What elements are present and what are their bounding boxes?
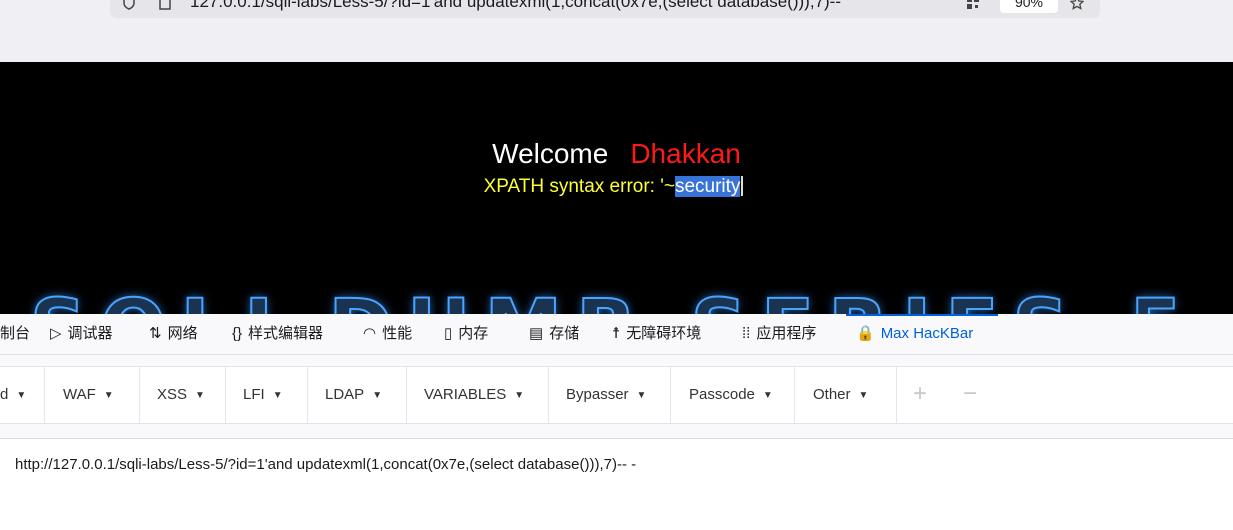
devtools-tabbar: 制台 ▷ 调试器 ⇅ 网络 {} 样式编辑器 ◠ 性能 ▯ 内存 ▤ 存储 ☨ 无障碍环境 ⁞… <box>0 314 1233 355</box>
add-plus-icon[interactable]: + <box>913 367 927 423</box>
menu-label: Passcode <box>689 386 755 403</box>
sqli-series-banner: SQLI DUMB SERIES-5 <box>29 283 1233 314</box>
gauge-icon: ◠ <box>363 325 377 342</box>
tab-style-editor[interactable]: {} 样式编辑器 <box>232 314 323 354</box>
braces-icon: {} <box>232 325 243 342</box>
qr-code-icon[interactable] <box>966 0 980 10</box>
menu-variables[interactable]: VARIABLES ▼ <box>424 367 524 423</box>
tab-label: 调试器 <box>67 325 113 342</box>
bookmark-star-icon[interactable] <box>1070 0 1084 10</box>
divider <box>44 367 45 423</box>
menu-passcode[interactable]: Passcode ▼ <box>689 367 773 423</box>
caret-down-icon: ▼ <box>762 390 773 401</box>
tab-label: Max HacKBar <box>880 325 974 342</box>
divider <box>670 367 671 423</box>
menu-label: LDAP <box>325 386 365 403</box>
caret-down-icon: ▼ <box>16 390 27 401</box>
menu-label: VARIABLES <box>424 386 507 403</box>
tab-label: 无障碍环境 <box>626 325 702 342</box>
zoom-level[interactable]: 90% <box>1000 0 1058 13</box>
tab-label: 应用程序 <box>756 325 817 342</box>
text-cursor-icon <box>741 176 749 196</box>
divider <box>896 367 897 423</box>
tab-memory[interactable]: ▯ 内存 <box>444 314 488 354</box>
menu-partial[interactable]: d ▼ <box>0 367 26 423</box>
tab-performance[interactable]: ◠ 性能 <box>363 314 412 354</box>
tab-label: 样式编辑器 <box>248 325 324 342</box>
menu-label: Other <box>813 386 851 403</box>
divider <box>307 367 308 423</box>
tab-max-hackbar[interactable]: 🔒 Max HacKBar <box>856 314 973 354</box>
active-tab-indicator <box>846 314 998 316</box>
url-text[interactable]: 127.0.0.1/sqli-labs/Less-5/?id=1'and upd… <box>190 0 970 12</box>
menu-ldap[interactable]: LDAP ▼ <box>325 367 382 423</box>
menu-label: Bypasser <box>566 386 629 403</box>
caret-down-icon: ▼ <box>103 390 114 401</box>
browser-toolbar: 127.0.0.1/sqli-labs/Less-5/?id=1'and upd… <box>0 0 1233 62</box>
divider <box>406 367 407 423</box>
caret-down-icon: ▼ <box>858 390 869 401</box>
storage-icon: ▤ <box>529 325 544 342</box>
menu-label: LFI <box>243 386 265 403</box>
menu-label: d <box>0 386 9 403</box>
tab-label: 存储 <box>549 325 580 342</box>
hackbar-toolbar: d ▼ WAF ▼ XSS ▼ LFI ▼ LDAP ▼ VARIABLES ▼ Bypas… <box>0 366 1233 424</box>
menu-bypasser[interactable]: Bypasser ▼ <box>566 367 646 423</box>
caret-down-icon: ▼ <box>372 390 383 401</box>
divider <box>548 367 549 423</box>
divider <box>225 367 226 423</box>
divider <box>794 367 795 423</box>
debugger-icon: ▷ <box>50 325 62 342</box>
caret-down-icon: ▼ <box>195 390 205 401</box>
hackbar-url-textarea[interactable]: http://127.0.0.1/sqli-labs/Less-5/?id=1'… <box>0 438 1233 530</box>
accessibility-person-icon: ☨ <box>612 325 621 342</box>
lock-icon: 🔒 <box>856 325 875 342</box>
memory-chip-icon: ▯ <box>444 325 453 342</box>
error-prefix: XPATH syntax error: '~ <box>483 176 675 197</box>
tab-debugger[interactable]: ▷ 调试器 <box>50 314 113 354</box>
menu-lfi[interactable]: LFI ▼ <box>243 367 283 423</box>
menu-xss[interactable]: XSS ▼ <box>157 367 205 423</box>
welcome-line: Welcome Dhakkan <box>0 138 1233 170</box>
address-bar[interactable]: 127.0.0.1/sqli-labs/Less-5/?id=1'and upd… <box>110 0 1100 18</box>
tab-console[interactable]: 制台 <box>0 314 30 354</box>
shield-icon[interactable] <box>122 0 136 10</box>
tab-label: 制台 <box>0 325 31 342</box>
remove-minus-icon[interactable]: − <box>963 367 977 423</box>
divider <box>139 367 140 423</box>
hackbar-url-value[interactable]: http://127.0.0.1/sqli-labs/Less-5/?id=1'… <box>15 456 636 473</box>
caret-down-icon: ▼ <box>272 390 283 401</box>
menu-other[interactable]: Other ▼ <box>813 367 868 423</box>
caret-down-icon: ▼ <box>636 390 647 401</box>
xpath-error-message: XPATH syntax error: '~security <box>0 176 1233 198</box>
selected-database-name[interactable]: security <box>674 176 741 197</box>
welcome-text: Welcome <box>492 138 609 169</box>
caret-down-icon: ▼ <box>514 390 525 401</box>
menu-waf[interactable]: WAF ▼ <box>63 367 114 423</box>
tab-label: 网络 <box>167 325 198 342</box>
network-arrows-icon: ⇅ <box>149 325 162 342</box>
tab-storage[interactable]: ▤ 存储 <box>529 314 579 354</box>
menu-label: WAF <box>63 386 96 403</box>
tab-label: 内存 <box>458 325 489 342</box>
grid-apps-icon: ⁞⁞ <box>742 325 751 342</box>
page-icon[interactable] <box>158 0 172 10</box>
menu-label: XSS <box>157 386 188 403</box>
tab-network[interactable]: ⇅ 网络 <box>149 314 198 354</box>
tab-accessibility[interactable]: ☨ 无障碍环境 <box>612 314 701 354</box>
username-text: Dhakkan <box>630 138 741 169</box>
page-viewport: Welcome Dhakkan XPATH syntax error: '~sec… <box>0 62 1233 314</box>
tab-application[interactable]: ⁞⁞ 应用程序 <box>742 314 816 354</box>
tab-label: 性能 <box>382 325 413 342</box>
